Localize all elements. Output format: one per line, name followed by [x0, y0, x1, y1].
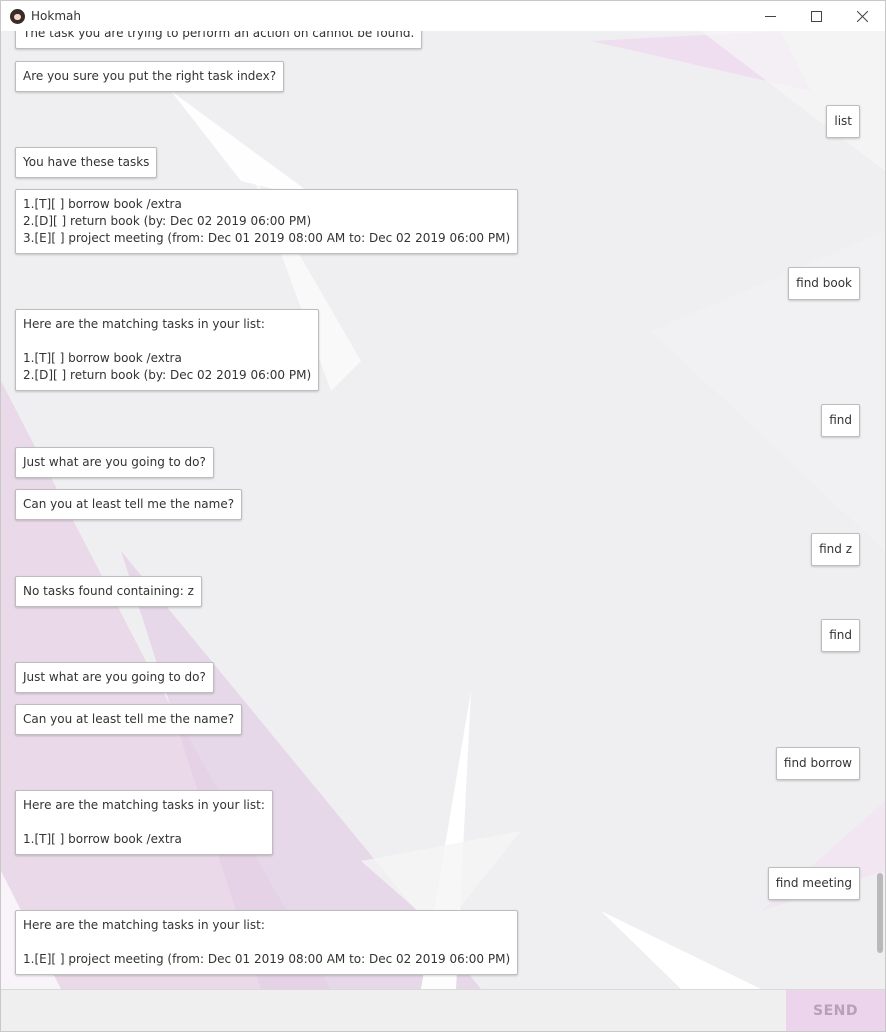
- minimize-icon: [764, 15, 776, 17]
- maximize-icon: [810, 10, 822, 22]
- maximize-button[interactable]: [793, 1, 839, 31]
- bot-message: Here are the matching tasks in your list…: [15, 790, 273, 855]
- user-message: find meeting: [767, 867, 860, 900]
- bot-message: You have these tasks: [15, 147, 158, 178]
- close-icon: [856, 10, 868, 22]
- app-avatar-icon: [10, 8, 25, 24]
- user-message: find: [821, 404, 860, 437]
- scrollbar-thumb[interactable]: [877, 873, 883, 953]
- user-message: find borrow: [775, 747, 860, 780]
- bot-message: The task you are trying to perform an ac…: [15, 31, 423, 49]
- close-button[interactable]: [839, 1, 885, 31]
- user-message: find z: [811, 533, 860, 566]
- chat-scroll-area[interactable]: The task you are trying to perform an ac…: [1, 31, 885, 989]
- bot-message: Here are the matching tasks in your list…: [15, 910, 519, 975]
- user-message: find: [821, 619, 860, 652]
- bot-message: Here are the matching tasks in your list…: [15, 309, 320, 391]
- title-bar[interactable]: Hokmah: [1, 1, 885, 31]
- bot-message: 1.[T][ ] borrow book /extra 2.[D][ ] ret…: [15, 189, 519, 254]
- bot-message: Are you sure you put the right task inde…: [15, 61, 285, 92]
- message-input[interactable]: [1, 990, 785, 1031]
- minimize-button[interactable]: [747, 1, 793, 31]
- bot-message: Can you at least tell me the name?: [15, 704, 243, 735]
- window-title: Hokmah: [31, 9, 81, 23]
- bot-message: Just what are you going to do?: [15, 662, 214, 693]
- bot-message: No tasks found containing: z: [15, 576, 202, 607]
- send-button[interactable]: SEND: [786, 990, 885, 1031]
- bot-message: Just what are you going to do?: [15, 447, 214, 478]
- input-bar: SEND: [1, 989, 885, 1031]
- user-message: find book: [788, 267, 860, 300]
- user-message: list: [826, 105, 860, 138]
- app-window: Hokmah The task you are trying to perfor…: [0, 0, 886, 1032]
- bot-message: Can you at least tell me the name?: [15, 489, 243, 520]
- window-controls: [747, 1, 885, 31]
- scrollbar[interactable]: [875, 31, 885, 989]
